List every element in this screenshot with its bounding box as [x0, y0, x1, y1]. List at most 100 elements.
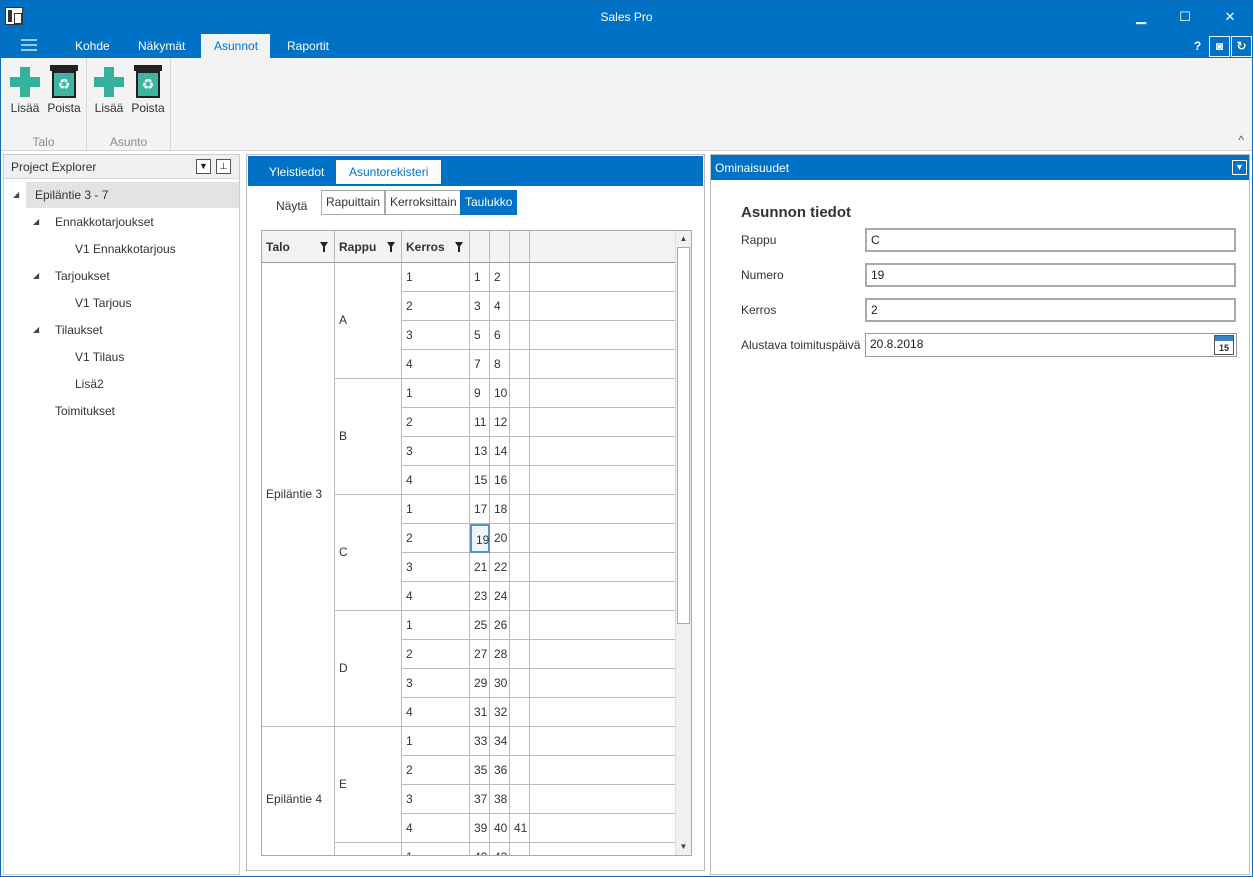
tree-item[interactable]: V1 Ennakkotarjous	[26, 236, 239, 262]
apartment-cell[interactable]: 20	[490, 524, 510, 553]
filter-icon[interactable]	[320, 242, 328, 252]
floor-cell[interactable]: 4	[402, 466, 470, 495]
close-button[interactable]: ✕	[1215, 5, 1245, 29]
apartment-cell[interactable]: 39	[470, 814, 490, 843]
column-header-talo[interactable]: Talo	[262, 231, 335, 263]
view-kerroksittain-button[interactable]: Kerroksittain	[385, 190, 462, 215]
expand-arrow-icon[interactable]: ◢	[33, 209, 39, 235]
apartment-cell[interactable]: 30	[490, 669, 510, 698]
view-taulukko-button[interactable]: Taulukko	[460, 190, 518, 215]
tree-item[interactable]: Toimitukset	[26, 398, 239, 424]
apartment-cell[interactable]: 38	[490, 785, 510, 814]
apartment-cell-selected[interactable]: 19	[470, 524, 490, 553]
apartment-cell[interactable]: 16	[490, 466, 510, 495]
floor-cell[interactable]: 2	[402, 408, 470, 437]
remove-apartment-button[interactable]: ♻ Poista	[130, 63, 166, 121]
staircase-cell[interactable]: C	[335, 495, 402, 611]
apartment-cell[interactable]: 33	[470, 727, 490, 756]
floor-cell[interactable]: 4	[402, 814, 470, 843]
tab-kohde[interactable]: Kohde	[62, 34, 123, 58]
field-input[interactable]: 19	[865, 263, 1236, 287]
floor-cell[interactable]: 4	[402, 350, 470, 379]
apartment-cell[interactable]: 36	[490, 756, 510, 785]
tab-raportit[interactable]: Raportit	[274, 34, 342, 58]
floor-cell[interactable]: 1	[402, 843, 470, 855]
expand-arrow-icon[interactable]: ◢	[13, 182, 19, 208]
apartment-cell[interactable]: 35	[470, 756, 490, 785]
scroll-down-icon[interactable]: ▼	[676, 839, 691, 855]
floor-cell[interactable]: 1	[402, 611, 470, 640]
floor-cell[interactable]: 2	[402, 524, 470, 553]
floor-cell[interactable]: 3	[402, 437, 470, 466]
field-input[interactable]: C	[865, 228, 1236, 252]
view-rapuittain-button[interactable]: Rapuittain	[321, 190, 386, 215]
apartment-cell[interactable]: 40	[490, 814, 510, 843]
staircase-cell[interactable]: D	[335, 611, 402, 727]
column-header-kerros[interactable]: Kerros	[402, 231, 470, 263]
expand-arrow-icon[interactable]: ◢	[33, 317, 39, 343]
dropdown-icon[interactable]: ▼	[1232, 160, 1247, 175]
remove-house-button[interactable]: ♻ Poista	[46, 63, 82, 121]
apartment-cell[interactable]: 43	[490, 843, 510, 855]
apartment-cell[interactable]: 14	[490, 437, 510, 466]
tree-item[interactable]: Lisä2	[26, 371, 239, 397]
apartment-cell[interactable]: 5	[470, 321, 490, 350]
apartment-cell[interactable]: 42	[470, 843, 490, 855]
tree-item[interactable]: ◢ Tilaukset	[26, 317, 239, 343]
apartment-cell[interactable]: 10	[490, 379, 510, 408]
floor-cell[interactable]: 2	[402, 756, 470, 785]
apartment-cell[interactable]: 24	[490, 582, 510, 611]
apartment-cell[interactable]: 15	[470, 466, 490, 495]
floor-cell[interactable]: 4	[402, 582, 470, 611]
house-cell[interactable]: Epiläntie 3	[262, 263, 335, 727]
tab-asuntorekisteri[interactable]: Asuntorekisteri	[336, 160, 442, 184]
tree-item[interactable]: ◢ Ennakkotarjoukset	[26, 209, 239, 235]
column-header-rappu[interactable]: Rappu	[335, 231, 402, 263]
add-apartment-button[interactable]: Lisää	[91, 63, 127, 121]
apartment-cell[interactable]: 1	[470, 263, 490, 292]
calendar-icon[interactable]: 15	[1214, 335, 1234, 355]
apartment-cell[interactable]: 27	[470, 640, 490, 669]
floor-cell[interactable]: 1	[402, 495, 470, 524]
vertical-scrollbar[interactable]: ▲ ▼	[675, 231, 691, 855]
apartment-cell[interactable]: 28	[490, 640, 510, 669]
tab-yleistiedot[interactable]: Yleistiedot	[256, 160, 337, 184]
apartment-cell[interactable]: 7	[470, 350, 490, 379]
apartment-cell[interactable]: 34	[490, 727, 510, 756]
staircase-cell[interactable]: A	[335, 263, 402, 379]
tree-item[interactable]: ◢ Tarjoukset	[26, 263, 239, 289]
floor-cell[interactable]: 1	[402, 727, 470, 756]
collapse-ribbon-icon[interactable]: ^	[1238, 133, 1244, 147]
apartment-cell[interactable]: 23	[470, 582, 490, 611]
apartment-cell[interactable]: 17	[470, 495, 490, 524]
staircase-cell[interactable]	[335, 843, 402, 855]
house-cell[interactable]: Epiläntie 4	[262, 727, 335, 855]
apartment-cell[interactable]: 13	[470, 437, 490, 466]
apartment-cell[interactable]: 37	[470, 785, 490, 814]
apartment-cell[interactable]: 32	[490, 698, 510, 727]
field-input[interactable]: 2	[865, 298, 1236, 322]
apartment-cell[interactable]: 2	[490, 263, 510, 292]
floor-cell[interactable]: 1	[402, 263, 470, 292]
pin-icon[interactable]: ⊥	[216, 159, 231, 174]
apartment-cell[interactable]: 25	[470, 611, 490, 640]
dropdown-icon[interactable]: ▼	[196, 159, 211, 174]
apartment-cell[interactable]: 26	[490, 611, 510, 640]
refresh-icon[interactable]: ↻	[1231, 36, 1252, 57]
apartment-cell[interactable]: 22	[490, 553, 510, 582]
apartment-cell[interactable]: 11	[470, 408, 490, 437]
camera-icon[interactable]: ◙	[1209, 36, 1230, 57]
apartment-cell[interactable]: 8	[490, 350, 510, 379]
add-house-button[interactable]: Lisää	[7, 63, 43, 121]
apartment-cell[interactable]: 41	[510, 814, 530, 843]
maximize-button[interactable]: ☐	[1170, 5, 1200, 29]
help-icon[interactable]: ?	[1187, 36, 1208, 57]
floor-cell[interactable]: 2	[402, 292, 470, 321]
tree-item[interactable]: V1 Tarjous	[26, 290, 239, 316]
hamburger-menu-icon[interactable]	[21, 39, 37, 53]
filter-icon[interactable]	[387, 242, 395, 252]
apartment-cell[interactable]: 4	[490, 292, 510, 321]
apartment-cell[interactable]: 18	[490, 495, 510, 524]
apartment-cell[interactable]: 12	[490, 408, 510, 437]
apartment-cell[interactable]: 6	[490, 321, 510, 350]
